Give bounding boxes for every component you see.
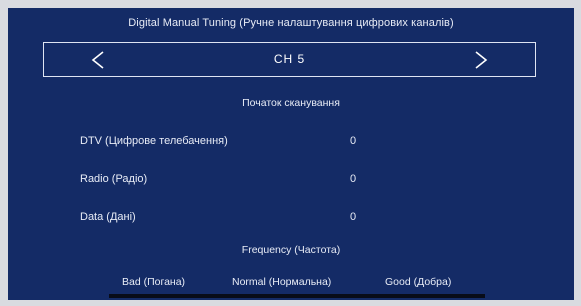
quality-normal-label: Normal (Нормальна) <box>232 276 332 288</box>
page-title: Digital Manual Tuning (Ручне налаштуванн… <box>128 17 454 29</box>
channel-selector[interactable]: CH 5 <box>43 42 536 77</box>
dtv-count: 0 <box>350 135 357 147</box>
data-count: 0 <box>350 211 357 223</box>
radio-result-row: Radio (Радіо) 0 <box>80 173 380 189</box>
dtv-result-row: DTV (Цифрове телебачення) 0 <box>80 135 380 151</box>
start-scan-button[interactable]: Початок сканування <box>8 97 574 109</box>
signal-quality-bar <box>109 294 485 298</box>
channel-number: CH 5 <box>273 52 306 66</box>
frequency-label: Frequency (Частота) <box>241 244 341 256</box>
data-label: Data (Дані) <box>80 211 136 223</box>
data-result-row: Data (Дані) 0 <box>80 211 380 227</box>
chevron-right-icon[interactable] <box>471 49 491 71</box>
dtv-label: DTV (Цифрове телебачення) <box>80 135 228 147</box>
quality-bad-label: Bad (Погана) <box>122 276 186 288</box>
radio-count: 0 <box>350 173 357 185</box>
radio-label: Radio (Радіо) <box>80 173 148 185</box>
manual-tuning-screen: Digital Manual Tuning (Ручне налаштуванн… <box>8 8 574 300</box>
signal-quality-labels: Bad (Погана) Normal (Нормальна) Good (До… <box>8 276 574 292</box>
quality-good-label: Good (Добра) <box>385 276 452 288</box>
